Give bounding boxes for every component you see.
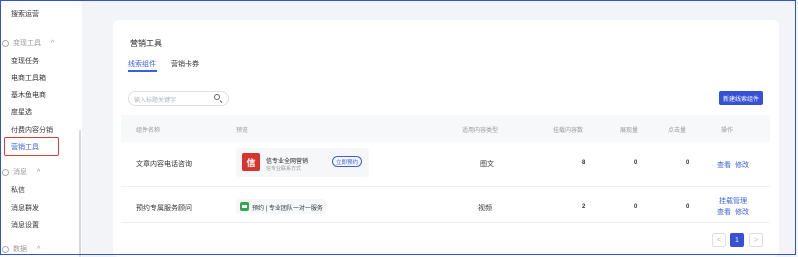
sidebar-scrollbar[interactable] [79, 130, 81, 257]
search-icon[interactable] [214, 94, 220, 100]
sidebar-item-ecommerce-toolbox[interactable]: 电商工具箱 [11, 73, 46, 83]
mounted-count: 2 [582, 204, 586, 210]
row-name: 预约专属服务顾问 [136, 205, 192, 212]
preview-book-button: 立即预约 [332, 156, 362, 167]
column-header: 适用内容类型 [462, 128, 499, 134]
column-header: 挂载内容数 [553, 128, 584, 134]
sidebar-item-paid-content[interactable]: 付费内容分销 [11, 125, 53, 135]
sidebar-group-messages[interactable]: 消息 ^ [2, 167, 40, 177]
sidebar-item-marketing-tools[interactable]: 营销工具 [11, 142, 39, 152]
tab-marketing-coupons[interactable]: 营销卡券 [171, 59, 199, 69]
chevron-up-icon[interactable]: ^ [51, 40, 54, 47]
brand-logo: 信 [242, 153, 260, 171]
sidebar-item-message-settings[interactable]: 消息设置 [11, 220, 39, 230]
calendar-icon [240, 202, 249, 211]
column-header: 操作 [721, 128, 734, 134]
page-title: 营销工具 [130, 39, 162, 48]
sidebar-item-jimuyu-ecommerce[interactable]: 基木鱼电商 [11, 90, 46, 100]
chevron-up-icon[interactable]: ^ [37, 246, 40, 253]
chevron-up-icon[interactable]: ^ [37, 169, 40, 176]
sidebar-group-label: 变现工具 [13, 40, 41, 47]
tab-lead-components[interactable]: 线索组件 [128, 59, 156, 69]
message-icon [2, 168, 9, 176]
sidebar: 搜索运营 变现工具 ^ 变现任务 电商工具箱 基木鱼电商 度星选 付费内容分销 … [0, 0, 82, 257]
create-lead-component-button[interactable]: 新建线索组件 [719, 91, 763, 105]
row-divider [121, 222, 770, 223]
column-header: 点击量 [668, 128, 687, 134]
edit-link[interactable]: 修改 [735, 207, 749, 217]
next-page-button[interactable]: > [749, 233, 763, 247]
mount-manage-link[interactable]: 挂载管理 [719, 196, 747, 206]
sidebar-item-private-message[interactable]: 私信 [11, 185, 25, 195]
view-link[interactable]: 查看 [717, 207, 731, 217]
click-count: 0 [686, 160, 690, 166]
sidebar-item-bulk-message[interactable]: 消息群发 [11, 203, 39, 213]
data-icon [2, 245, 9, 253]
column-header: 组件名称 [136, 128, 161, 134]
click-count: 0 [686, 204, 690, 210]
sidebar-item-duxingxuan[interactable]: 度星选 [11, 107, 32, 117]
view-link[interactable]: 查看 [717, 160, 731, 170]
edit-link[interactable]: 修改 [735, 160, 749, 170]
sidebar-group-monetize[interactable]: 变现工具 ^ [2, 38, 54, 48]
view-count: 0 [634, 160, 638, 166]
content-type: 视频 [478, 205, 492, 212]
prev-page-button[interactable]: < [712, 233, 726, 247]
view-count: 0 [634, 204, 638, 210]
page-1-button[interactable]: 1 [730, 233, 744, 247]
mounted-count: 8 [582, 160, 586, 166]
search-placeholder: 输入标题关键字 [134, 98, 177, 104]
sidebar-item-monetize-tasks[interactable]: 变现任务 [11, 56, 39, 66]
sidebar-group-label: 数据 [13, 246, 27, 253]
column-header: 预览 [236, 128, 249, 134]
row-name: 文章内容电话咨询 [136, 161, 192, 168]
content-type: 图文 [480, 161, 494, 168]
sidebar-group-label: 消息 [13, 169, 27, 176]
preview-text: 预约 | 专业团队一对一服务 [252, 206, 323, 212]
sidebar-item-search-ops[interactable]: 搜索运营 [11, 9, 39, 19]
column-header: 展现量 [620, 128, 639, 134]
preview-subtitle: 信专业联系方式 [266, 166, 302, 172]
preview-title: 信专业全网营销 [266, 159, 309, 165]
active-tab-indicator [128, 70, 157, 72]
sidebar-group-data[interactable]: 数据 ^ [2, 244, 40, 254]
monetize-icon [2, 39, 9, 47]
row-divider [121, 186, 770, 187]
